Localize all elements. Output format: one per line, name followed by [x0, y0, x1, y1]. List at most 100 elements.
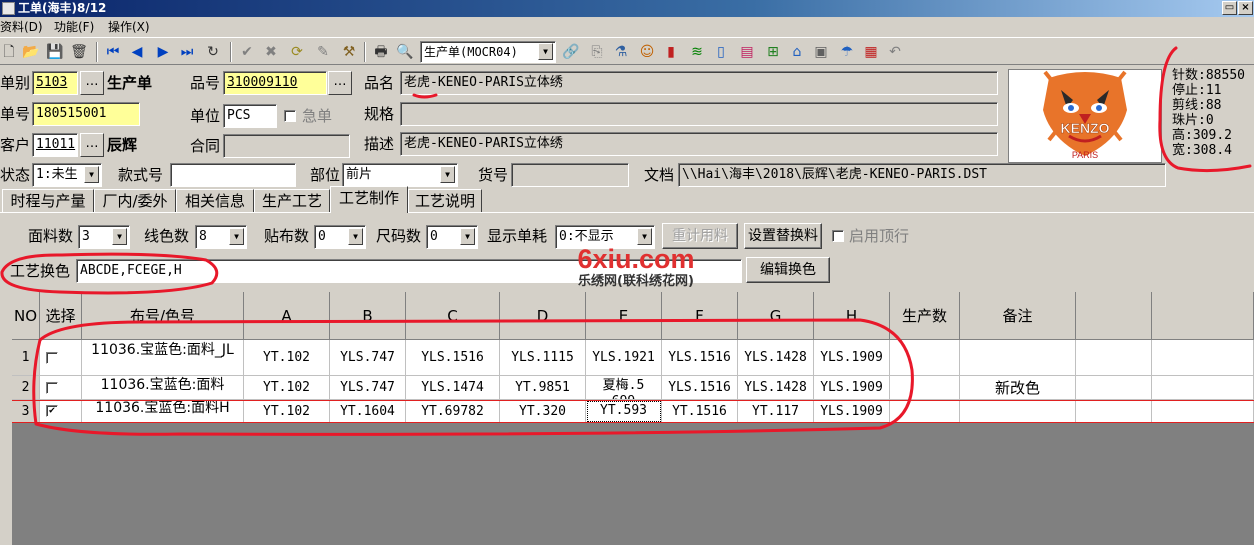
item-no-input[interactable]: 310009110	[223, 71, 327, 95]
menu-data[interactable]: 资料(D)	[0, 17, 43, 37]
order-type-lookup-button[interactable]: …	[80, 71, 104, 95]
col-header-e[interactable]: E	[586, 292, 662, 340]
style-input[interactable]	[170, 163, 296, 187]
row-select-cell[interactable]	[40, 376, 82, 400]
color-cell-focused[interactable]: YT.593	[586, 400, 662, 423]
row-select-cell[interactable]: ✔	[40, 400, 82, 423]
item-no-lookup-button[interactable]: …	[328, 71, 352, 95]
color-cell[interactable]: YLS.1516	[662, 340, 738, 376]
qty-cell[interactable]	[890, 400, 960, 423]
note-cell[interactable]	[960, 340, 1076, 376]
chevron-down-icon[interactable]: ▼	[460, 228, 475, 245]
col-header-f[interactable]: F	[662, 292, 738, 340]
chevron-down-icon[interactable]: ▼	[440, 166, 455, 183]
edit-icon[interactable]: ✎	[314, 43, 332, 61]
next-record-icon[interactable]: ▶	[154, 43, 172, 61]
color-cell[interactable]: YLS.1909	[814, 340, 890, 376]
redo-icon[interactable]: ⟳	[288, 43, 306, 61]
note-cell[interactable]	[960, 400, 1076, 423]
edit-color-button[interactable]: 编辑换色	[746, 257, 830, 283]
note-cell[interactable]: 新改色	[960, 376, 1076, 400]
grid-icon[interactable]: ▦	[862, 43, 880, 61]
size-count-select[interactable]: 0 ▼	[426, 225, 478, 249]
chart-icon[interactable]: ▮	[662, 43, 680, 61]
link-icon[interactable]: 🔗	[562, 43, 580, 61]
extra-cell[interactable]	[1076, 340, 1152, 376]
color-cell[interactable]: YLS.747	[330, 376, 406, 400]
qty-cell[interactable]	[890, 376, 960, 400]
undo-icon[interactable]: ↶	[886, 43, 904, 61]
tab-schedule[interactable]: 时程与产量	[2, 189, 94, 212]
file-input[interactable]: \\Hai\海丰\2018\辰辉\老虎-KENEO-PARIS.DST	[678, 163, 1166, 187]
goods-input[interactable]	[511, 163, 629, 187]
report-icon[interactable]: ▤	[738, 43, 756, 61]
color-cell[interactable]: YT.69782	[406, 400, 500, 423]
color-cell[interactable]: YLS.1474	[406, 376, 500, 400]
color-cell[interactable]: YLS.747	[330, 340, 406, 376]
set-replace-button[interactable]: 设置替换料	[744, 223, 822, 249]
color-cell[interactable]: YT.320	[500, 400, 586, 423]
preview-icon[interactable]: 🔍	[396, 43, 414, 61]
patch-count-select[interactable]: 0 ▼	[314, 225, 366, 249]
part-select[interactable]: 前片 ▼	[342, 163, 458, 187]
confirm-icon[interactable]: ✔	[238, 43, 256, 61]
color-cell[interactable]: YT.1516	[662, 400, 738, 423]
color-cell[interactable]: YLS.1909	[814, 376, 890, 400]
chevron-down-icon[interactable]: ▼	[348, 228, 363, 245]
prev-record-icon[interactable]: ◀	[128, 43, 146, 61]
cancel-icon[interactable]: ✖	[262, 43, 280, 61]
color-cell[interactable]: YT.102	[244, 376, 330, 400]
user-icon[interactable]: ☺	[638, 43, 656, 61]
status-select[interactable]: 1:未生 ▼	[32, 163, 102, 187]
color-cell[interactable]: YT.117	[738, 400, 814, 423]
tree-icon[interactable]: ⊞	[764, 43, 782, 61]
col-header-b[interactable]: B	[330, 292, 406, 340]
delete-icon[interactable]: 🗑	[70, 43, 88, 61]
order-no-input[interactable]: 180515001	[32, 102, 140, 126]
color-cell[interactable]: YLS.1516	[662, 376, 738, 400]
col-header-qty[interactable]: 生产数	[890, 292, 960, 340]
fabric-cell[interactable]: 11036.宝蓝色:面料	[82, 376, 244, 400]
color-cell[interactable]: YLS.1428	[738, 376, 814, 400]
new-icon[interactable]: 🗋	[0, 43, 18, 61]
row-checkbox-checked[interactable]: ✔	[46, 405, 58, 417]
col-header-select[interactable]: 选择	[40, 292, 82, 340]
window-icon[interactable]: ▣	[812, 43, 830, 61]
item-name-input[interactable]: 老虎-KENEO-PARIS立体绣	[400, 71, 998, 95]
chevron-down-icon[interactable]: ▼	[637, 228, 652, 245]
contract-input[interactable]	[223, 134, 350, 158]
extra-cell[interactable]	[1076, 400, 1152, 423]
color-cell[interactable]: YT.102	[244, 400, 330, 423]
order-type-input[interactable]: 5103	[32, 71, 78, 95]
save-icon[interactable]: 💾	[46, 43, 64, 61]
col-header-h[interactable]: H	[814, 292, 890, 340]
color-cell[interactable]: YLS.1516	[406, 340, 500, 376]
col-header-fabric[interactable]: 布号/色号	[82, 292, 244, 340]
color-cell[interactable]: 夏梅.5699	[586, 376, 662, 400]
row-select-cell[interactable]	[40, 340, 82, 376]
col-header-extra1[interactable]	[1076, 292, 1152, 340]
col-header-a[interactable]: A	[244, 292, 330, 340]
extra-cell[interactable]	[1152, 340, 1254, 376]
flask-icon[interactable]: ⚗	[612, 43, 630, 61]
refresh-icon[interactable]: ↻	[204, 43, 222, 61]
color-cell[interactable]: YLS.1921	[586, 340, 662, 376]
unit-input[interactable]: PCS	[223, 104, 277, 128]
extra-cell[interactable]	[1152, 376, 1254, 400]
color-cell[interactable]: YLS.1909	[814, 400, 890, 423]
color-cell[interactable]: YLS.1428	[738, 340, 814, 376]
color-cell[interactable]: YT.9851	[500, 376, 586, 400]
qty-cell[interactable]	[890, 340, 960, 376]
enable-top-checkbox[interactable]	[832, 230, 844, 242]
color-cell[interactable]: YT.102	[244, 340, 330, 376]
tool-icon[interactable]: ⚒	[340, 43, 358, 61]
usb-icon[interactable]: ▯	[712, 43, 730, 61]
first-record-icon[interactable]: ⏮	[104, 43, 122, 61]
print-icon[interactable]: 🖶	[372, 43, 390, 61]
extra-cell[interactable]	[1152, 400, 1254, 423]
extra-cell[interactable]	[1076, 376, 1152, 400]
desc-input[interactable]: 老虎-KENEO-PARIS立体绣	[400, 132, 998, 156]
color-cell[interactable]: YLS.1115	[500, 340, 586, 376]
thread-count-select[interactable]: 8 ▼	[195, 225, 247, 249]
copy-icon[interactable]: ⎘	[588, 43, 606, 61]
